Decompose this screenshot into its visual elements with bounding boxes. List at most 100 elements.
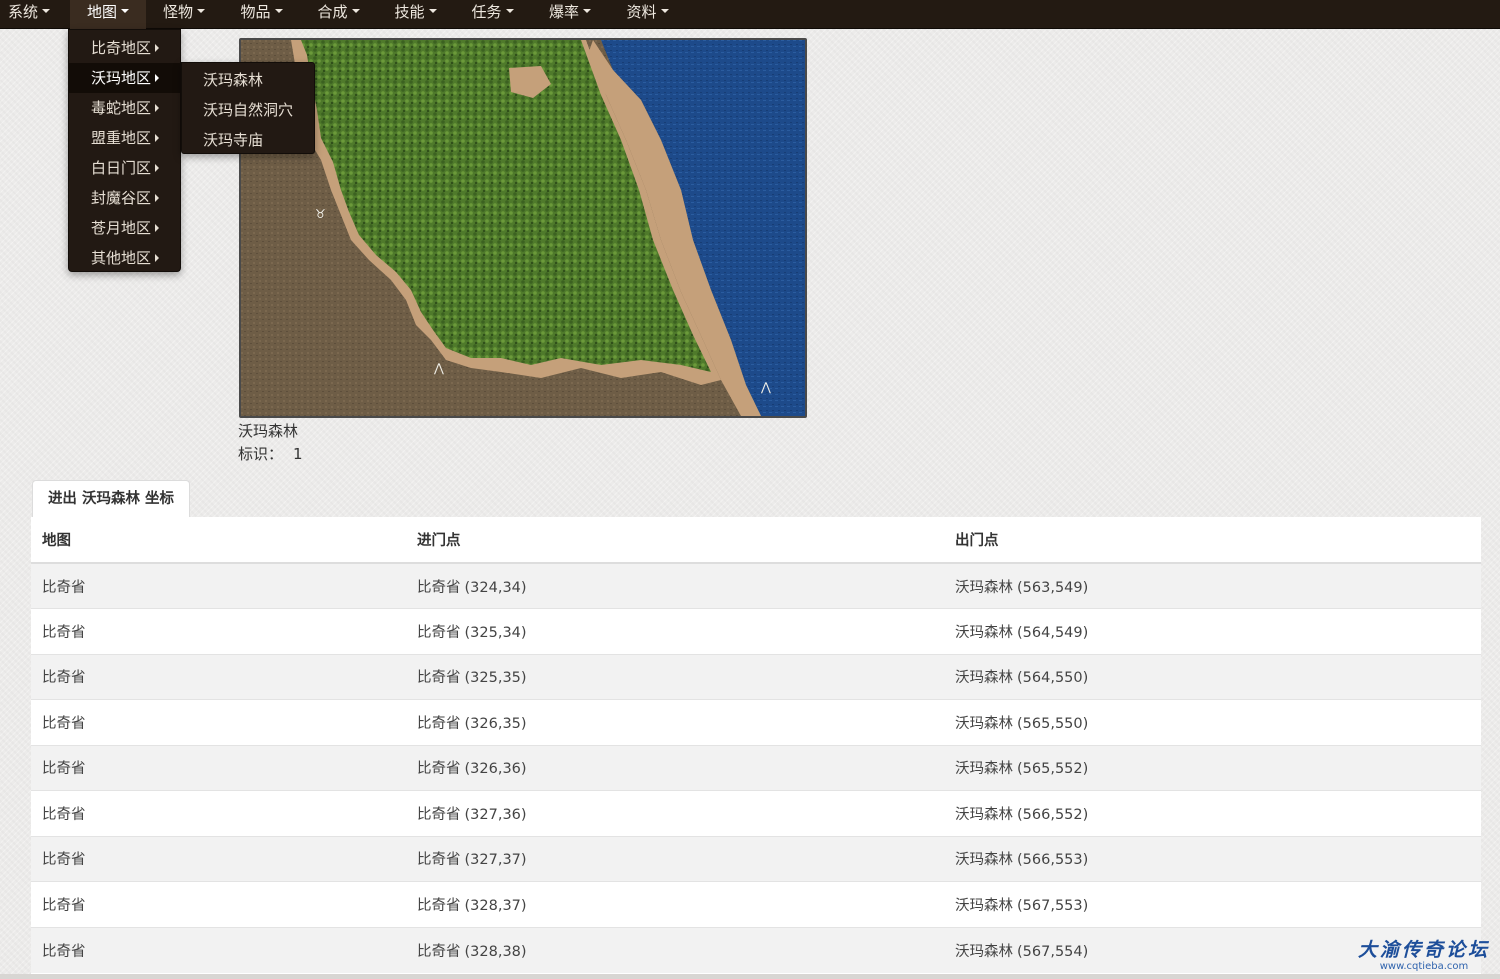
table-row: 比奇省 比奇省 (324,34) 沃玛森林 (563,549): [31, 562, 1481, 609]
nav-items[interactable]: 物品: [223, 0, 300, 29]
caret-down-icon: [42, 9, 50, 13]
table-cell: 比奇省 (326,35): [406, 699, 944, 745]
cell-entry-coord: (328,37): [464, 897, 527, 914]
nav-system[interactable]: 系统: [0, 0, 58, 29]
table-row: 比奇省 比奇省 (327,37) 沃玛森林 (566,553): [31, 835, 1481, 882]
nav-monster[interactable]: 怪物: [146, 0, 222, 29]
submenu-item-woma-forest[interactable]: 沃玛森林: [182, 65, 314, 95]
caret-right-icon: [155, 223, 160, 232]
nav-skills[interactable]: 技能: [377, 0, 454, 29]
cell-map: 比奇省: [42, 670, 86, 687]
dropdown-item-biqi[interactable]: 比奇地区: [69, 33, 180, 63]
nav-crafting[interactable]: 合成: [300, 0, 377, 29]
caret-right-icon: [155, 253, 160, 262]
cell-map: 比奇省: [42, 579, 86, 596]
header-exit: 出门点: [944, 517, 1481, 564]
cell-entry-coord: (327,37): [464, 852, 527, 869]
table-cell: 比奇省 (328,38): [406, 926, 944, 973]
cell-entry-coord: (327,36): [464, 806, 527, 823]
cell-exit-map: 沃玛森林: [955, 852, 1013, 869]
top-navbar: 系统 地图 怪物 物品 合成 技能 任务 爆率 资料: [0, 0, 1500, 29]
bottom-edge: [0, 974, 1500, 979]
watermark-url: www.cqtieba.com: [1379, 961, 1469, 972]
nav-map[interactable]: 地图: [70, 0, 146, 29]
dropdown-item-fengmogu[interactable]: 封魔谷区: [69, 183, 180, 213]
cell-exit-map: 沃玛森林: [955, 670, 1013, 687]
cell-exit-coord: (567,554): [1017, 943, 1089, 960]
dropdown-item-woma[interactable]: 沃玛地区: [69, 63, 180, 93]
caret-down-icon: [505, 9, 514, 13]
nav-info[interactable]: 资料: [609, 0, 686, 29]
cell-exit-map: 沃玛森林: [955, 715, 1013, 732]
cell-exit-map: 沃玛森林: [955, 897, 1013, 914]
table-cell: 沃玛森林 (564,549): [944, 608, 1481, 654]
cell-entry-map: 比奇省: [417, 943, 461, 960]
table-cell: 比奇省 (327,36): [406, 790, 944, 836]
caret-right-icon: [155, 103, 160, 112]
cell-entry-map: 比奇省: [417, 624, 461, 641]
cell-entry-map: 比奇省: [417, 761, 461, 778]
map-image: ♉ ⋀ ⋀: [239, 38, 807, 418]
svg-text:♉: ♉: [315, 207, 326, 221]
cell-exit-map: 沃玛森林: [955, 806, 1013, 823]
cell-exit-coord: (565,550): [1017, 715, 1089, 732]
cell-entry-map: 比奇省: [417, 670, 461, 687]
tab-entry-exit-coords[interactable]: 进出 沃玛森林 坐标: [32, 480, 190, 518]
table-cell: 比奇省 (324,34): [406, 562, 944, 609]
caret-down-icon: [428, 9, 437, 13]
table-cell: 比奇省: [31, 562, 406, 609]
table-cell: 比奇省: [31, 881, 406, 927]
table-cell: 比奇省: [31, 926, 406, 973]
table-cell: 比奇省 (325,34): [406, 608, 944, 654]
table-cell: 比奇省 (325,35): [406, 653, 944, 700]
table-cell: 比奇省: [31, 744, 406, 791]
caret-down-icon: [660, 9, 669, 13]
submenu-item-woma-temple[interactable]: 沃玛寺庙: [182, 125, 314, 155]
dropdown-item-dushe[interactable]: 毒蛇地区: [69, 93, 180, 123]
cell-entry-map: 比奇省: [417, 852, 461, 869]
table-cell: 沃玛森林 (566,552): [944, 790, 1481, 836]
table-cell: 比奇省: [31, 653, 406, 700]
cell-map: 比奇省: [42, 806, 86, 823]
cell-exit-map: 沃玛森林: [955, 579, 1013, 596]
watermark-title: 大渝传奇论坛: [1357, 939, 1490, 961]
caret-down-icon: [351, 9, 360, 13]
dropdown-item-other[interactable]: 其他地区: [69, 243, 180, 273]
cell-map: 比奇省: [42, 852, 86, 869]
cell-map: 比奇省: [42, 715, 86, 732]
cell-entry-coord: (324,34): [464, 579, 527, 596]
map-terrain: ♉ ⋀ ⋀: [241, 40, 805, 416]
svg-text:⋀: ⋀: [433, 361, 444, 375]
table-cell: 比奇省: [31, 790, 406, 836]
cell-entry-map: 比奇省: [417, 715, 461, 732]
cell-exit-coord: (565,552): [1017, 761, 1089, 778]
cell-entry-coord: (325,34): [464, 624, 527, 641]
dropdown-item-mengzhong[interactable]: 盟重地区: [69, 123, 180, 153]
nav-quests[interactable]: 任务: [454, 0, 531, 29]
nav-drop-rate[interactable]: 爆率: [531, 0, 609, 29]
map-id-value: 1: [293, 445, 303, 463]
table-cell: 比奇省 (326,36): [406, 744, 944, 791]
cell-entry-coord: (326,35): [464, 715, 527, 732]
dropdown-item-bairimen[interactable]: 白日门区: [69, 153, 180, 183]
table-cell: 比奇省 (328,37): [406, 881, 944, 927]
table-cell: 沃玛森林 (566,553): [944, 835, 1481, 882]
map-id-label: 标识：: [238, 445, 284, 463]
header-map: 地图: [31, 517, 406, 564]
table-row: 比奇省 比奇省 (327,36) 沃玛森林 (566,552): [31, 790, 1481, 836]
table-body: 比奇省 比奇省 (324,34) 沃玛森林 (563,549) 比奇省 比奇省 (325,34…: [31, 562, 1481, 973]
cell-entry-coord: (326,36): [464, 761, 527, 778]
caret-right-icon: [155, 43, 160, 52]
caret-right-icon: [155, 163, 160, 172]
cell-entry-map: 比奇省: [417, 806, 461, 823]
dropdown-item-cangyue[interactable]: 苍月地区: [69, 213, 180, 243]
caret-down-icon: [197, 9, 205, 13]
svg-text:⋀: ⋀: [760, 380, 771, 394]
coords-table: 地图 进门点 出门点 比奇省 比奇省 (324,34) 沃玛森林 (563,549) 比奇…: [31, 517, 1481, 973]
table-cell: 比奇省 (327,37): [406, 835, 944, 882]
cell-map: 比奇省: [42, 761, 86, 778]
cell-map: 比奇省: [42, 624, 86, 641]
cell-map: 比奇省: [42, 943, 86, 960]
submenu-item-woma-cave[interactable]: 沃玛自然洞穴: [182, 95, 314, 125]
table-row: 比奇省 比奇省 (326,35) 沃玛森林 (565,550): [31, 699, 1481, 745]
